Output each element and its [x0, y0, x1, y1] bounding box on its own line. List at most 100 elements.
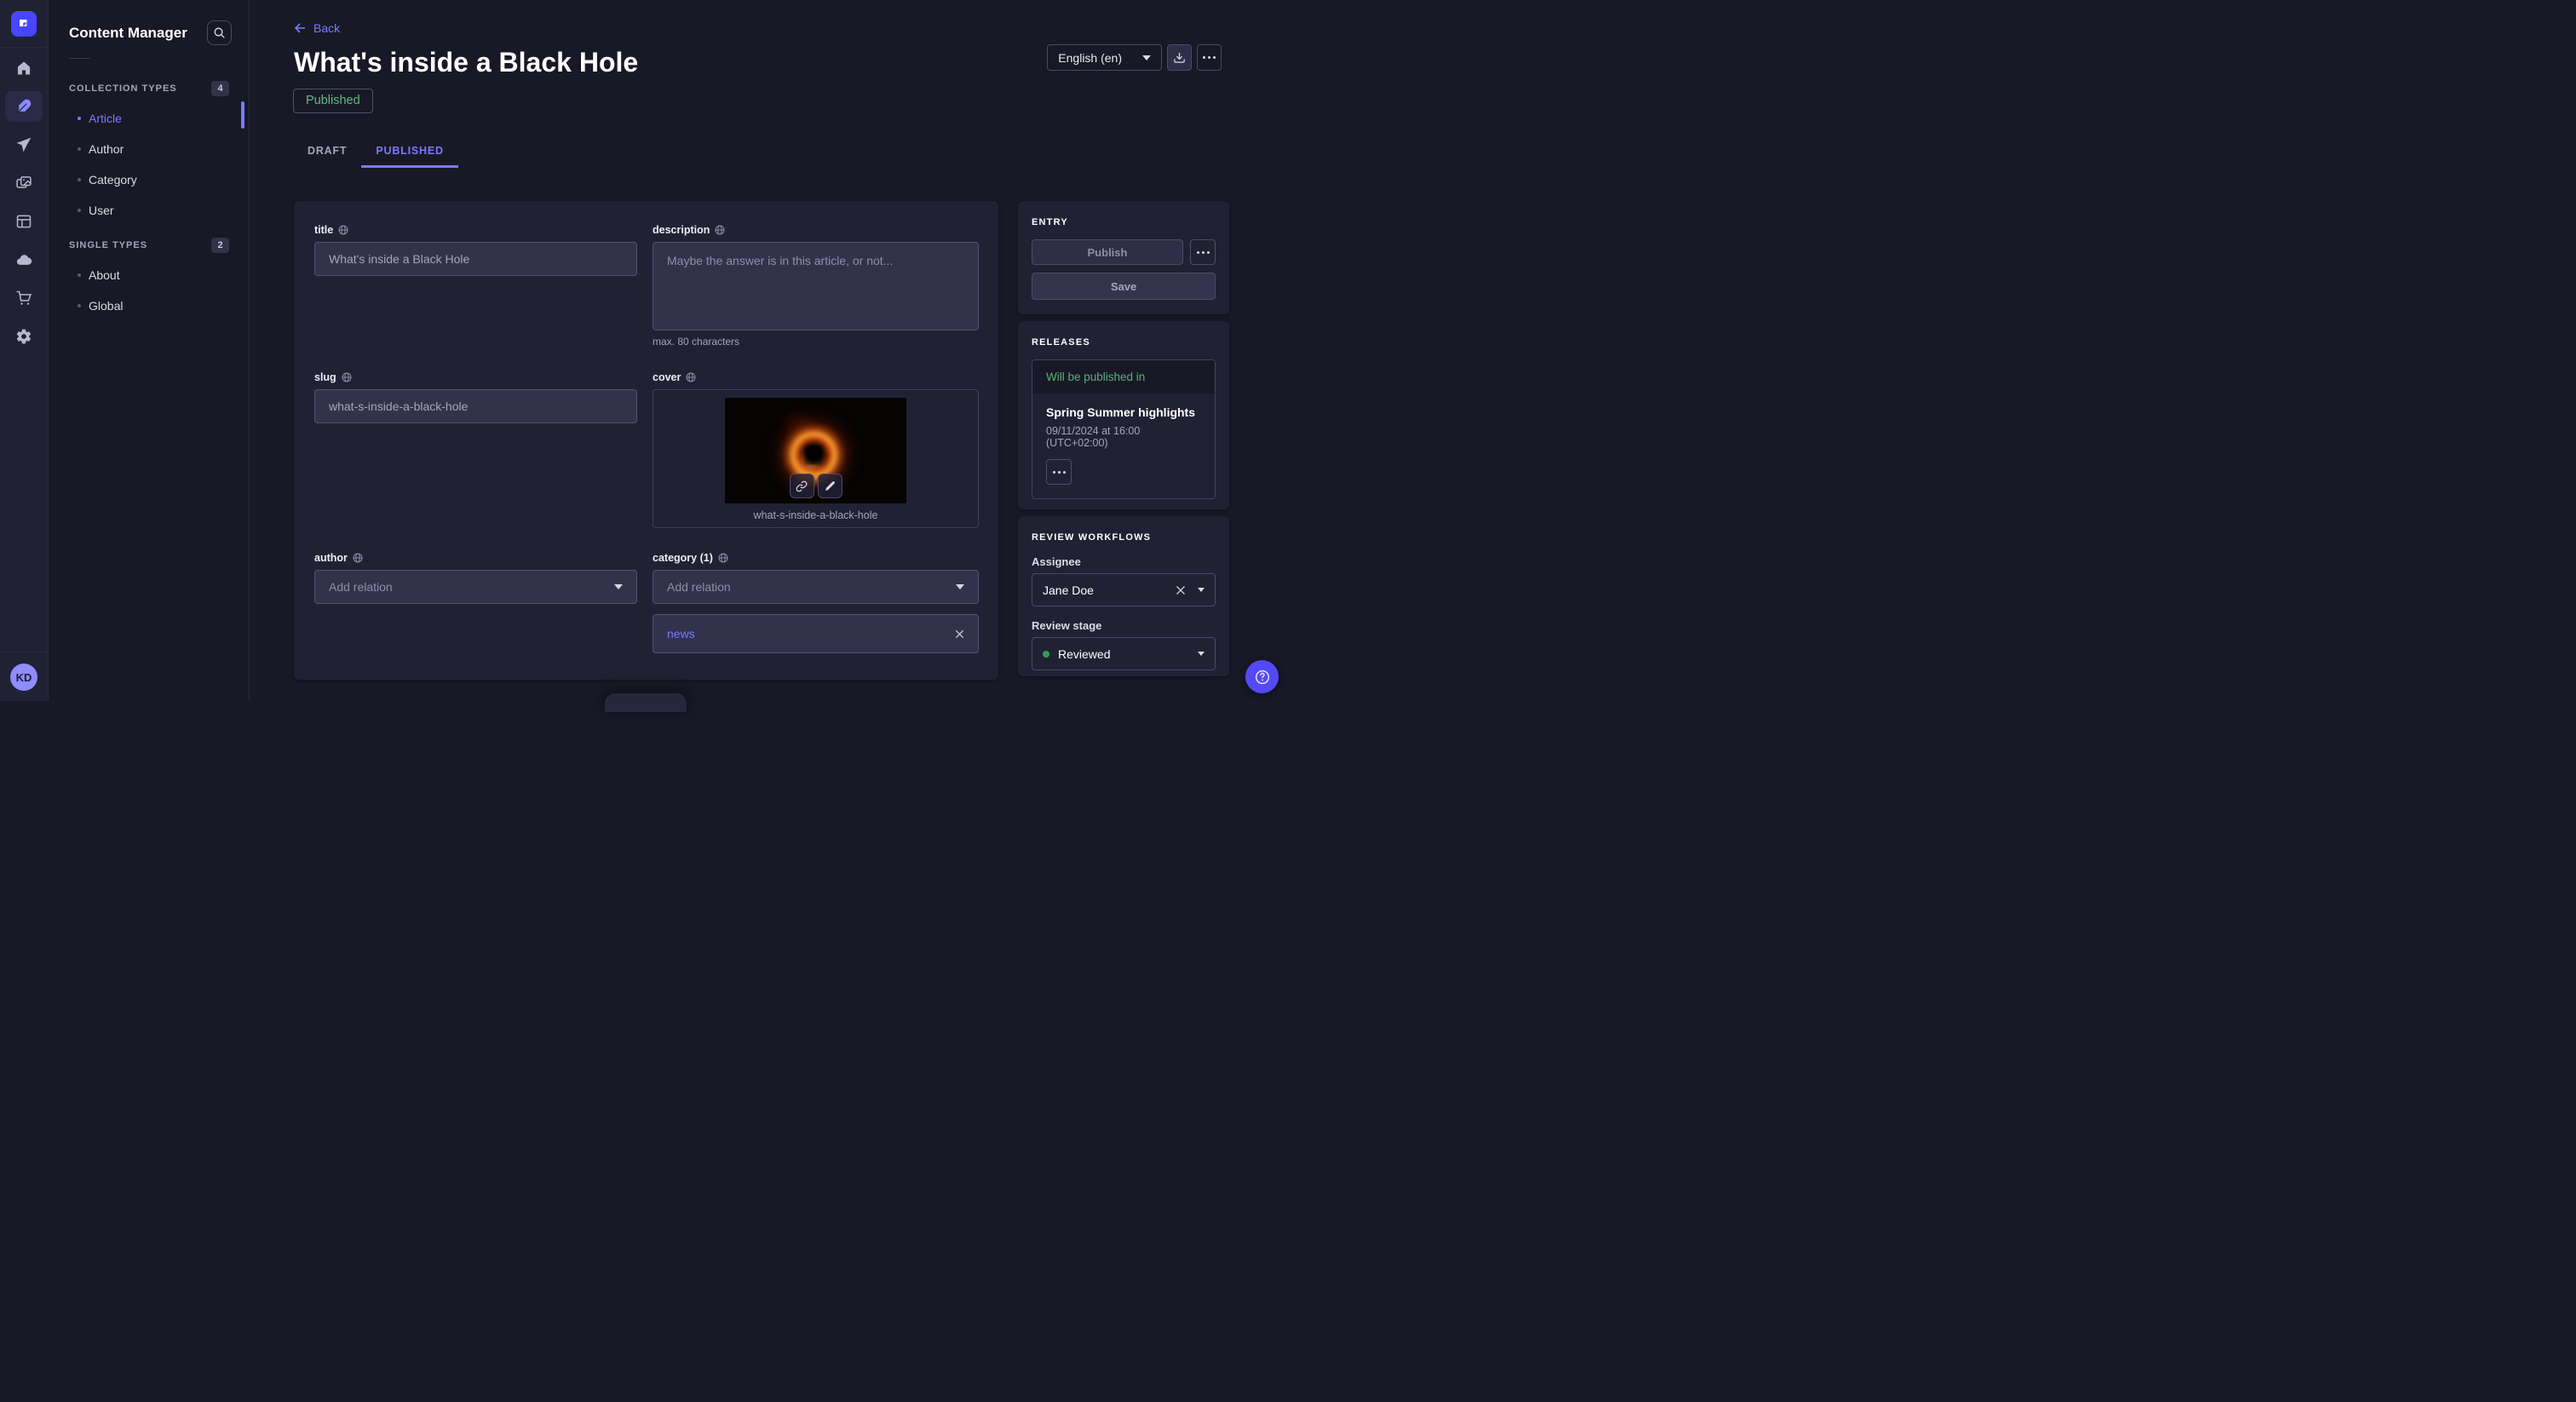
bullet-icon	[78, 147, 81, 151]
scrollbar-thumb[interactable]	[241, 101, 244, 129]
more-icon	[1197, 251, 1210, 254]
bullet-icon	[78, 209, 81, 212]
locale-select[interactable]: English (en)	[1047, 44, 1162, 71]
release-name: Spring Summer highlights	[1046, 405, 1201, 419]
review-stage-combobox[interactable]: Reviewed	[1032, 637, 1216, 670]
strapi-logo[interactable]	[11, 11, 37, 37]
review-stage-label: Review stage	[1032, 619, 1216, 632]
rail-icon-nav	[0, 53, 48, 352]
slug-label: slug	[314, 371, 637, 383]
arrow-left-icon	[293, 21, 307, 35]
save-button[interactable]: Save	[1032, 273, 1216, 300]
marketplace-nav-button[interactable]	[5, 283, 43, 313]
sidebar-item-label: About	[89, 268, 120, 282]
releases-heading: RELEASES	[1032, 337, 1216, 348]
release-more-button[interactable]	[1046, 459, 1072, 485]
deploy-nav-button[interactable]	[5, 244, 43, 275]
sidebar-item-label: Category	[89, 173, 137, 187]
description-label: description	[653, 224, 979, 236]
category-relation-combobox[interactable]: Add relation	[653, 570, 979, 604]
home-nav-button[interactable]	[5, 53, 43, 83]
close-icon	[955, 629, 964, 639]
sidebar-item-label: User	[89, 204, 114, 217]
chevron-down-icon	[1142, 55, 1151, 60]
stage-value: Reviewed	[1058, 647, 1110, 661]
description-textarea[interactable]	[653, 242, 979, 330]
sidebar-item-label: Global	[89, 299, 123, 313]
section-count-badge: 4	[211, 81, 229, 96]
author-label: author	[314, 552, 637, 564]
app-root: KD Content Manager COLLECTION TYPES 4 Ar…	[0, 0, 1288, 701]
entry-heading: ENTRY	[1032, 217, 1216, 227]
divider	[69, 58, 89, 59]
label-text: author	[314, 552, 348, 564]
entry-panel: ENTRY Publish Save	[1018, 201, 1229, 314]
sidebar-item-about[interactable]: About	[49, 260, 249, 290]
header-more-button[interactable]	[1197, 44, 1222, 71]
publish-button[interactable]: Publish	[1032, 239, 1183, 265]
field-cover: cover	[653, 371, 979, 528]
search-icon	[213, 26, 226, 39]
globe-icon	[353, 553, 363, 563]
globe-icon	[718, 553, 728, 563]
sidebar-item-global[interactable]: Global	[49, 290, 249, 321]
media-library-nav-button[interactable]	[5, 168, 43, 198]
bullet-icon	[78, 117, 81, 120]
combobox-placeholder: Add relation	[329, 580, 393, 594]
relation-link-news[interactable]: news	[667, 627, 695, 641]
version-tabs: DRAFT PUBLISHED	[293, 136, 458, 168]
remove-relation-button[interactable]	[955, 629, 964, 639]
entry-more-button[interactable]	[1190, 239, 1216, 265]
tab-published[interactable]: PUBLISHED	[361, 136, 457, 168]
globe-icon	[715, 225, 725, 235]
form-card: title description max. 80 characters	[294, 201, 998, 680]
releases-nav-button[interactable]	[5, 129, 43, 160]
tab-draft[interactable]: DRAFT	[293, 136, 361, 168]
gear-icon	[15, 328, 32, 345]
edit-view: Back What's inside a Black Hole English …	[250, 0, 1288, 701]
section-count-badge: 2	[211, 238, 229, 253]
bottom-cutoff-pill[interactable]	[605, 693, 687, 712]
author-relation-combobox[interactable]: Add relation	[314, 570, 637, 604]
media-icon	[15, 175, 32, 192]
settings-nav-button[interactable]	[5, 321, 43, 352]
back-link[interactable]: Back	[293, 21, 340, 35]
category-relation-item: news	[653, 614, 979, 653]
cover-label: cover	[653, 371, 979, 383]
slug-input[interactable]	[314, 389, 637, 423]
user-avatar[interactable]: KD	[10, 664, 37, 691]
sidebar-item-category[interactable]: Category	[49, 164, 249, 195]
pencil-icon	[825, 480, 836, 491]
chevron-down-icon	[614, 584, 623, 589]
copy-link-button[interactable]	[790, 474, 814, 498]
search-button[interactable]	[207, 20, 232, 45]
help-button[interactable]	[1245, 660, 1279, 693]
assignee-combobox[interactable]: Jane Doe	[1032, 573, 1216, 606]
combobox-placeholder: Add relation	[667, 580, 731, 594]
globe-icon	[342, 372, 352, 382]
home-icon	[15, 60, 32, 77]
label-text: category (1)	[653, 552, 713, 564]
globe-icon	[338, 225, 348, 235]
content-manager-nav-button[interactable]	[5, 91, 43, 122]
field-category: category (1) Add relation news	[653, 552, 979, 653]
label-text: slug	[314, 371, 336, 383]
review-workflows-panel: REVIEW WORKFLOWS Assignee Jane Doe Revie…	[1018, 516, 1229, 676]
review-workflows-heading: REVIEW WORKFLOWS	[1032, 532, 1216, 543]
sidebar-item-author[interactable]: Author	[49, 134, 249, 164]
content-area: title description max. 80 characters	[294, 201, 1229, 680]
clear-assignee-button[interactable]	[1176, 585, 1186, 595]
sidebar-item-label: Article	[89, 112, 122, 125]
download-button[interactable]	[1167, 44, 1192, 71]
title-input[interactable]	[314, 242, 637, 276]
sidebar-item-article[interactable]: Article	[49, 103, 249, 134]
paper-plane-icon	[15, 136, 32, 153]
stage-status-dot	[1043, 651, 1049, 658]
collection-types-header: COLLECTION TYPES 4	[49, 81, 249, 96]
back-label: Back	[313, 21, 340, 35]
chevron-down-icon	[1198, 652, 1205, 656]
edit-image-button[interactable]	[818, 474, 842, 498]
sidebar-item-user[interactable]: User	[49, 195, 249, 226]
status-badge: Published	[293, 89, 373, 113]
content-type-builder-nav-button[interactable]	[5, 206, 43, 237]
